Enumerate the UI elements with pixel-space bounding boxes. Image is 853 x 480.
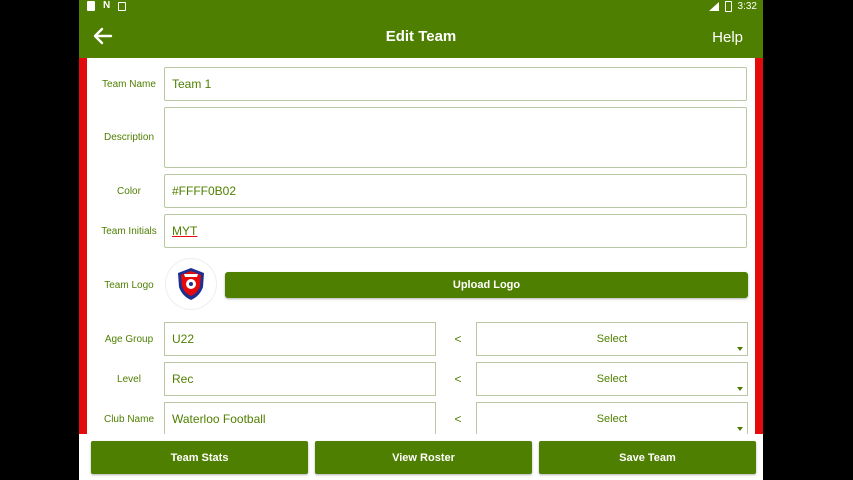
battery-icon xyxy=(724,1,732,12)
help-button[interactable]: Help xyxy=(712,29,743,46)
edit-team-form: Team Name Team 1 Description Color #FFFF… xyxy=(79,58,763,436)
age-group-value: U22 xyxy=(172,332,195,346)
description-label: Description xyxy=(103,132,155,143)
club-name-value: Waterloo Football xyxy=(172,412,266,426)
age-group-select-text: Select xyxy=(596,333,628,345)
app-notification-icon xyxy=(118,1,127,11)
clock: 3:32 xyxy=(737,1,757,12)
level-input[interactable]: Rec xyxy=(164,362,436,396)
team-color-strip-left xyxy=(79,58,87,434)
n-notification-icon: N xyxy=(103,0,111,11)
notification-icon xyxy=(87,1,95,11)
club-name-separator: < xyxy=(454,412,462,426)
age-group-select[interactable]: Select xyxy=(476,322,748,356)
signal-icon xyxy=(708,2,719,11)
team-name-input[interactable]: Team 1 xyxy=(164,67,747,101)
dropdown-arrow-icon xyxy=(737,387,743,391)
level-label: Level xyxy=(117,374,141,385)
upload-logo-button[interactable]: Upload Logo xyxy=(225,272,748,298)
team-color-strip-right xyxy=(755,58,763,434)
level-value: Rec xyxy=(172,372,194,386)
age-group-label: Age Group xyxy=(104,334,154,345)
level-select[interactable]: Select xyxy=(476,362,748,396)
team-logo-image xyxy=(166,259,216,309)
team-stats-button[interactable]: Team Stats xyxy=(91,441,308,474)
color-input[interactable]: #FFFF0B02 xyxy=(164,174,747,208)
status-bar: N 3:32 xyxy=(79,0,763,14)
team-name-value: Team 1 xyxy=(172,77,212,91)
team-initials-value: MYT xyxy=(172,224,198,238)
club-name-select[interactable]: Select xyxy=(476,402,748,436)
club-name-input[interactable]: Waterloo Football xyxy=(164,402,436,436)
level-separator: < xyxy=(454,372,462,386)
device-screen: N 3:32 Edit Team Help Team Name Team 1 D… xyxy=(79,0,763,480)
color-label: Color xyxy=(117,186,141,197)
bottom-action-bar: Team Stats View Roster Save Team xyxy=(79,434,763,480)
age-group-input[interactable]: U22 xyxy=(164,322,436,356)
team-initials-input[interactable]: MYT xyxy=(164,214,747,248)
app-bar: Edit Team Help xyxy=(79,14,763,58)
team-name-label: Team Name xyxy=(102,79,156,90)
club-name-label: Club Name xyxy=(103,414,155,425)
club-name-select-text: Select xyxy=(596,413,628,425)
shield-crest-icon xyxy=(178,268,204,300)
save-team-button[interactable]: Save Team xyxy=(539,441,756,474)
dropdown-arrow-icon xyxy=(737,347,743,351)
level-select-text: Select xyxy=(596,373,628,385)
dropdown-arrow-icon xyxy=(737,427,743,431)
description-input[interactable] xyxy=(164,107,747,168)
page-title: Edit Team xyxy=(385,28,457,45)
team-logo-label: Team Logo xyxy=(104,280,154,291)
age-group-separator: < xyxy=(454,332,462,346)
team-initials-label: Team Initials xyxy=(101,226,157,237)
color-value: #FFFF0B02 xyxy=(172,184,237,198)
view-roster-button[interactable]: View Roster xyxy=(315,441,532,474)
